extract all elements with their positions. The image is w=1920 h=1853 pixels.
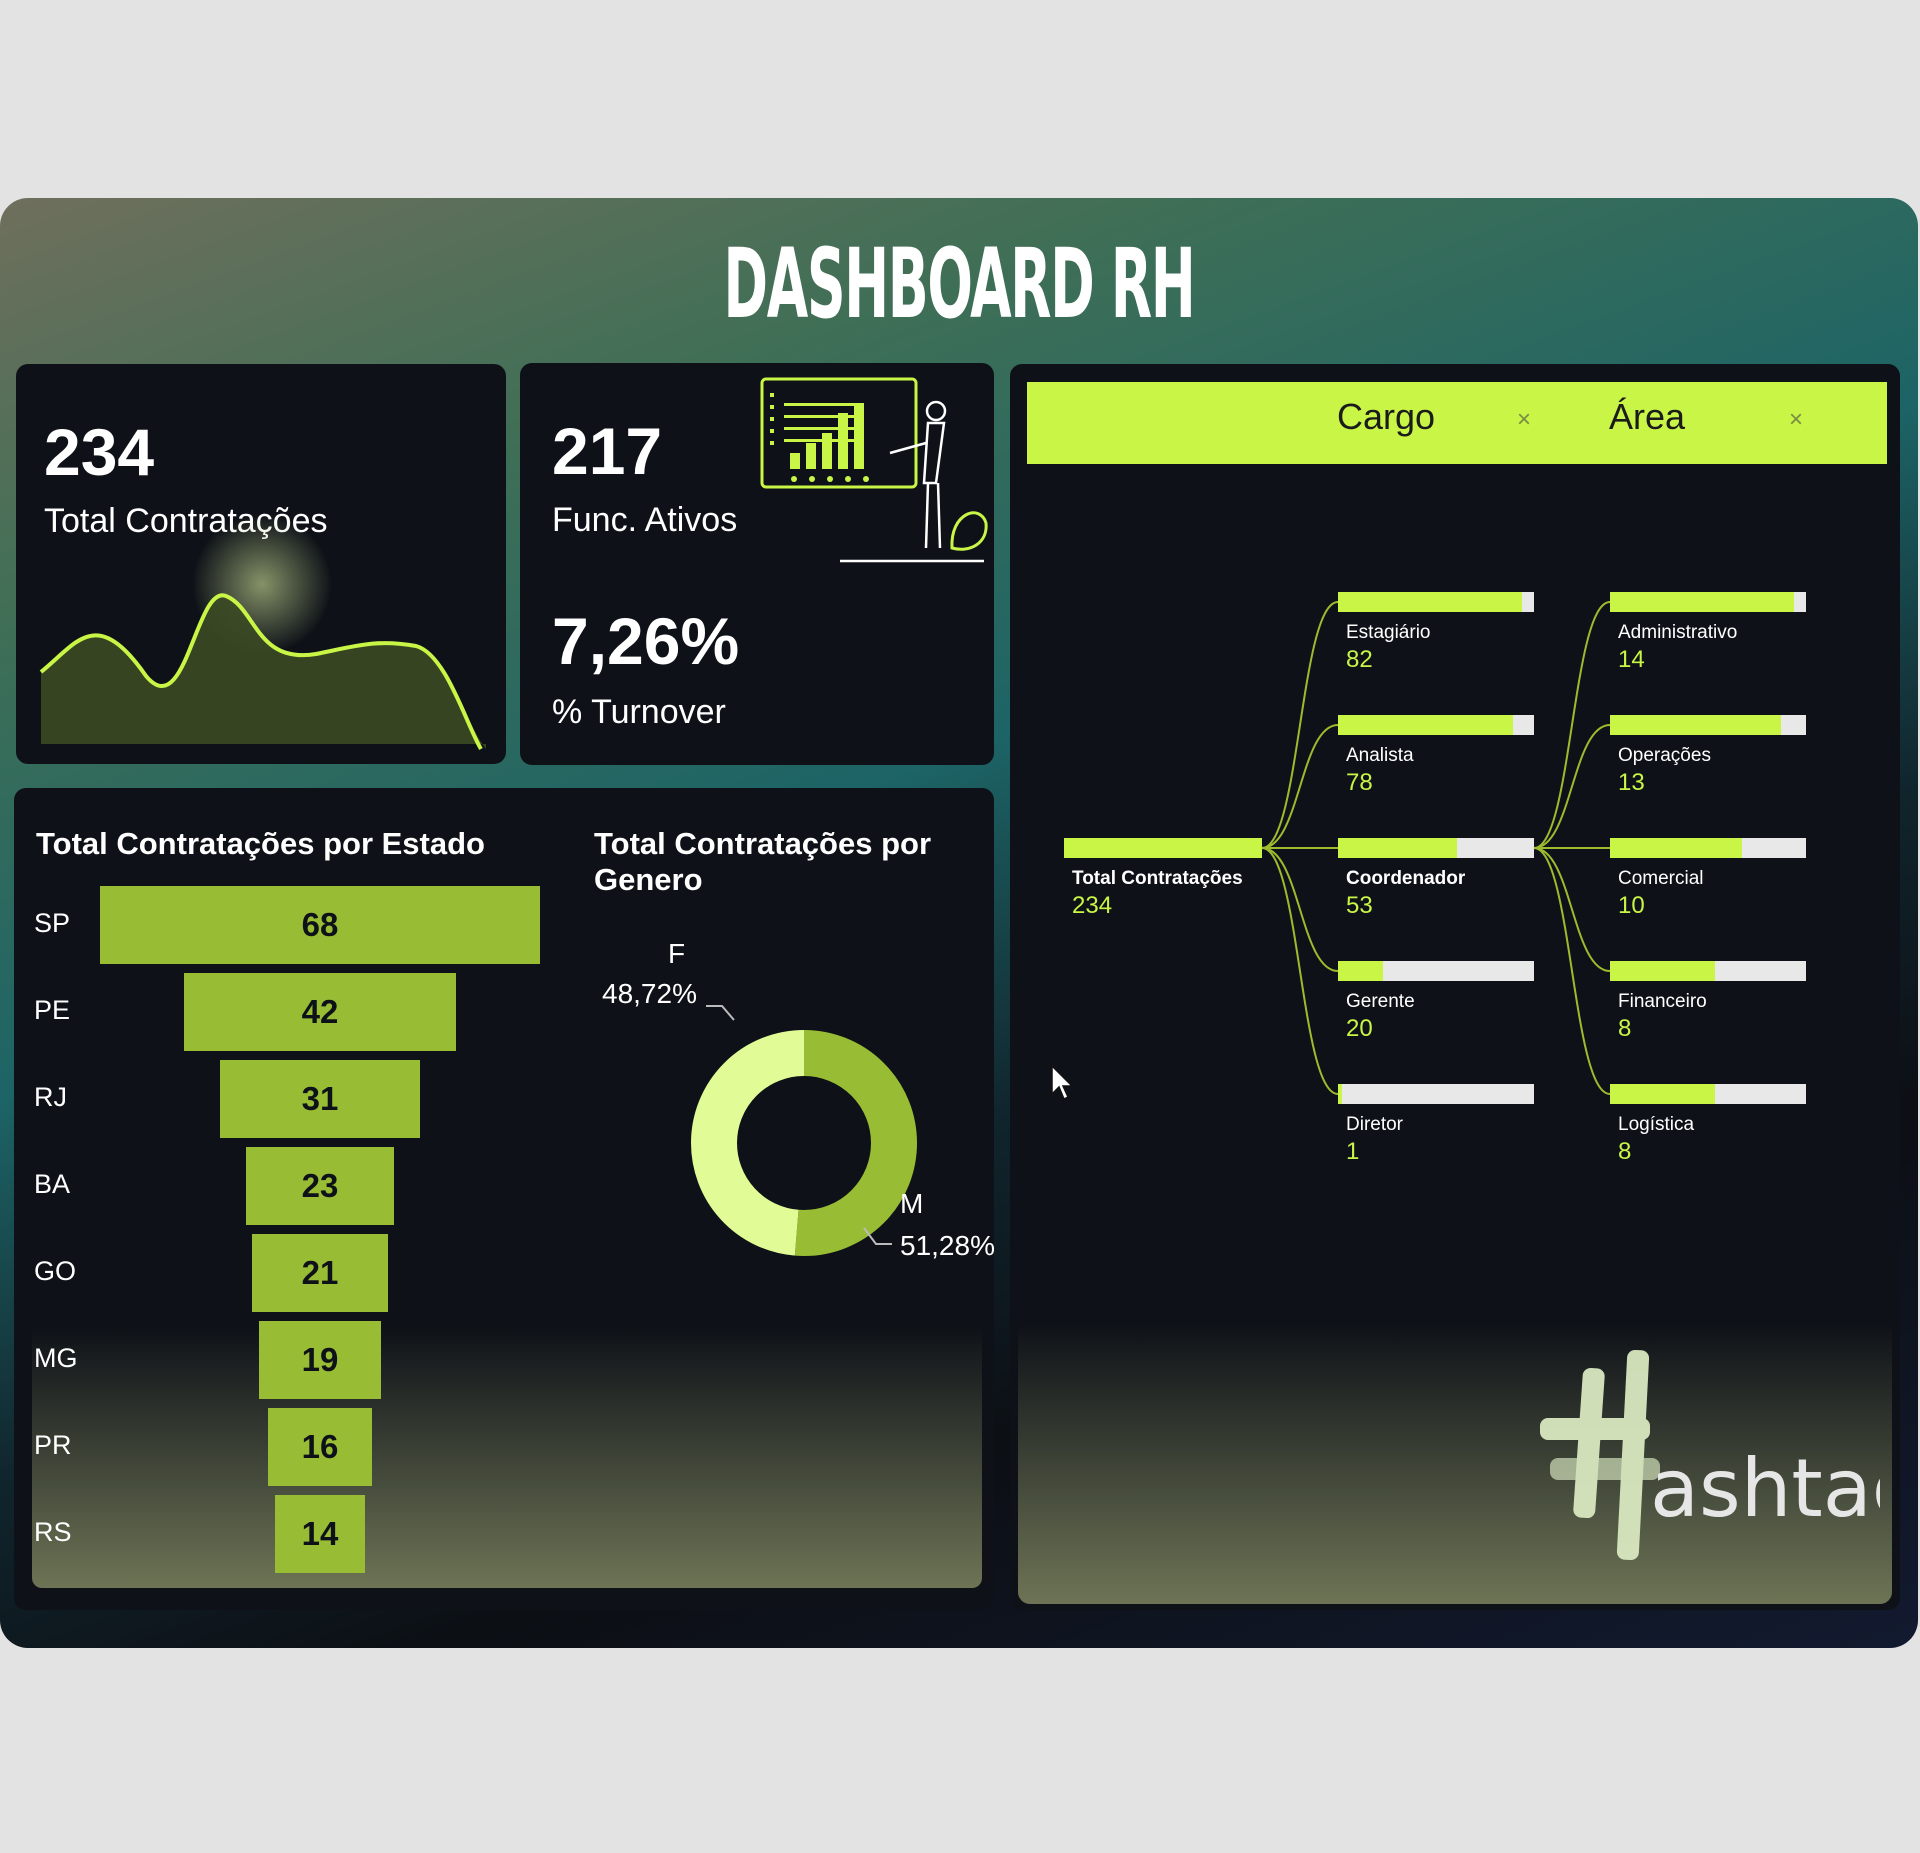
cargo-node-fill xyxy=(1338,592,1523,612)
area-node-value: 10 xyxy=(1618,892,1645,919)
hashtag-logo-text: ashtag xyxy=(1650,1442,1880,1535)
area-node-fill xyxy=(1610,838,1742,858)
cargo-node-value: 82 xyxy=(1346,646,1373,673)
area-node-value: 13 xyxy=(1618,769,1645,796)
cargo-node-name: Gerente xyxy=(1346,991,1415,1012)
area-node-bar[interactable] xyxy=(1610,961,1806,981)
mouse-cursor-icon xyxy=(1051,1064,1074,1101)
cargo-node-fill xyxy=(1338,715,1514,735)
area-node-value: 8 xyxy=(1618,1138,1632,1165)
cargo-node-name: Estagiário xyxy=(1346,622,1431,643)
cargo-node-bar[interactable] xyxy=(1338,961,1534,981)
area-node-name: Operações xyxy=(1618,745,1711,766)
area-node-fill xyxy=(1610,592,1795,612)
cargo-node-bar[interactable] xyxy=(1338,592,1534,612)
root-node-value: 234 xyxy=(1072,892,1113,919)
root-node-bar[interactable] xyxy=(1064,838,1262,858)
area-node-name: Comercial xyxy=(1618,868,1704,889)
cargo-node-fill xyxy=(1338,1084,1342,1104)
area-node-bar[interactable] xyxy=(1610,715,1806,735)
area-node-fill xyxy=(1610,1084,1716,1104)
cargo-node-name: Analista xyxy=(1346,745,1414,766)
cargo-node-bar[interactable] xyxy=(1338,1084,1534,1104)
dashboard-canvas: DASHBOARD RH 234 Total Contratações 217 … xyxy=(0,198,1918,1648)
cargo-node-name: Coordenador xyxy=(1346,868,1466,889)
cargo-node-fill xyxy=(1338,961,1383,981)
area-node-bar[interactable] xyxy=(1610,592,1806,612)
cargo-node-bar[interactable] xyxy=(1338,838,1534,858)
area-node-fill xyxy=(1610,961,1716,981)
hashtag-logo: ashtag xyxy=(1540,1349,1880,1561)
cargo-node-name: Diretor xyxy=(1346,1114,1404,1135)
area-node-name: Administrativo xyxy=(1618,622,1738,643)
root-node-name: Total Contratações xyxy=(1072,868,1243,889)
area-node-bar[interactable] xyxy=(1610,838,1806,858)
area-node-value: 14 xyxy=(1618,646,1645,673)
area-node-value: 8 xyxy=(1618,1015,1632,1042)
cargo-node-value: 20 xyxy=(1346,1015,1373,1042)
cargo-node-value: 1 xyxy=(1346,1138,1360,1165)
area-node-name: Logística xyxy=(1618,1114,1695,1135)
cargo-node-fill xyxy=(1338,838,1458,858)
cargo-node-bar[interactable] xyxy=(1338,715,1534,735)
area-node-name: Financeiro xyxy=(1618,991,1707,1012)
area-node-bar[interactable] xyxy=(1610,1084,1806,1104)
cargo-node-value: 53 xyxy=(1346,892,1373,919)
cargo-node-value: 78 xyxy=(1346,769,1373,796)
area-node-fill xyxy=(1610,715,1782,735)
